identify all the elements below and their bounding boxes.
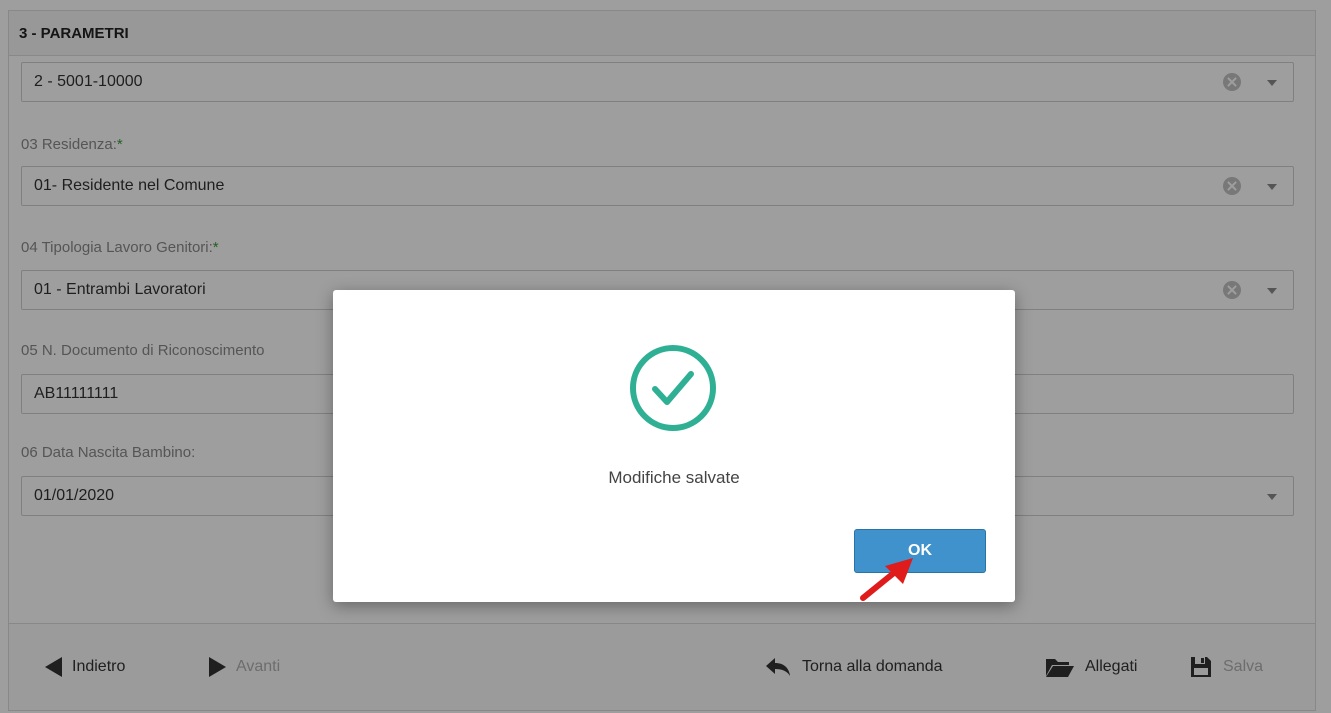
red-arrow-annotation [860,558,913,601]
dialog-message: Modifiche salvate [608,468,740,487]
check-circle-icon [630,345,716,431]
